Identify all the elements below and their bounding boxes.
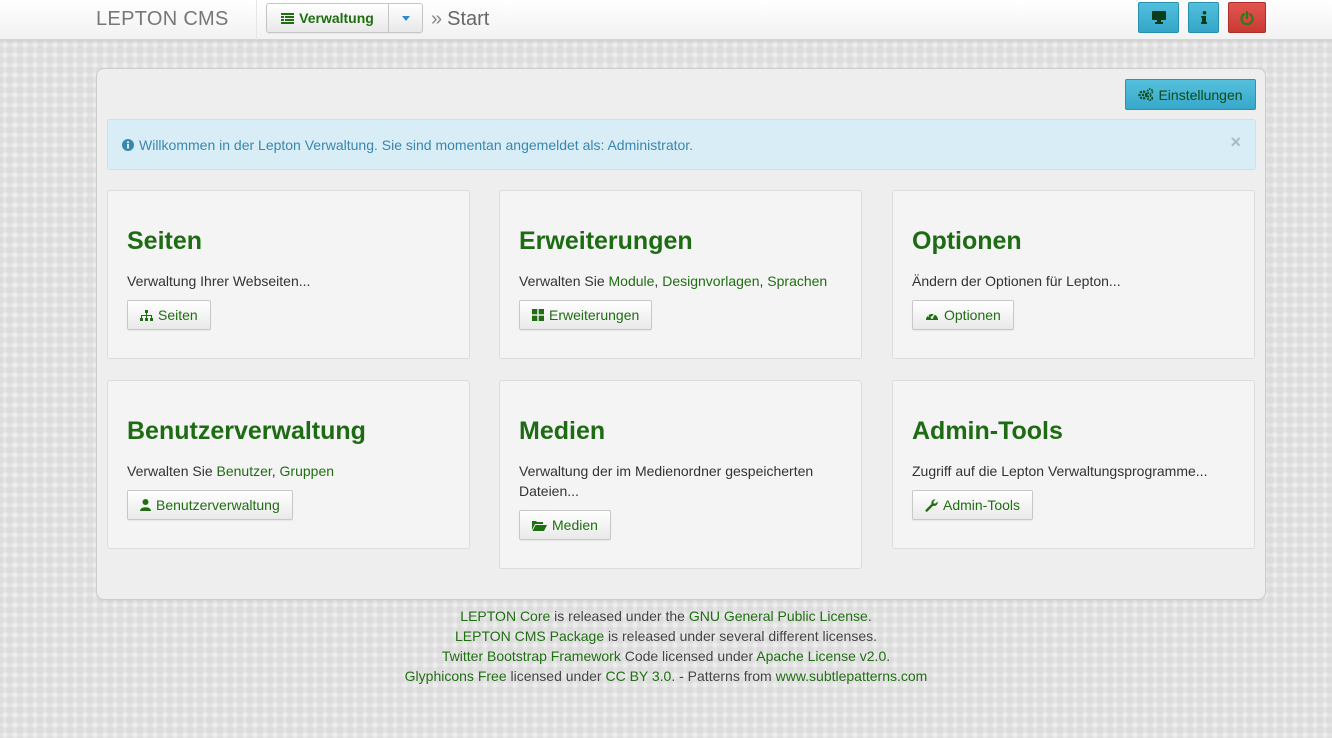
footer-link-glyphicons[interactable]: Glyphicons Free <box>405 668 507 684</box>
card-title: Admin-Tools <box>912 417 1063 445</box>
card-description: Ändern der Optionen für Lepton... <box>912 273 1121 289</box>
footer-link-lepton-core[interactable]: LEPTON Core <box>460 608 550 624</box>
settings-button[interactable]: Einstellungen <box>1125 79 1256 110</box>
wrench-icon <box>925 498 938 512</box>
button-label: Admin-Tools <box>943 497 1021 513</box>
verwaltung-dropdown-toggle[interactable] <box>389 4 422 32</box>
breadcrumb-current: Start <box>447 8 490 30</box>
chevron-down-icon <box>401 15 410 21</box>
verwaltung-menu: Verwaltung <box>266 3 423 33</box>
dashboard-panel: Einstellungen Willkommen in der Lepton V… <box>96 68 1266 600</box>
alert-text: Willkommen in der Lepton Verwaltung. Sie… <box>139 136 694 153</box>
footer-text: . <box>886 648 891 664</box>
footer-link-apache[interactable]: Apache License v2.0 <box>756 648 886 664</box>
settings-label: Einstellungen <box>1158 86 1243 103</box>
link-gruppen[interactable]: Gruppen <box>280 463 334 479</box>
footer-text: . - Patterns from <box>671 668 776 684</box>
th-large-icon <box>532 309 544 321</box>
footer-line-3: Twitter Bootstrap Framework Code license… <box>0 646 1332 666</box>
top-navbar: LEPTON CMS Verwaltung » Start <box>0 0 1332 40</box>
footer-text: is released under several different lice… <box>604 628 878 644</box>
card-title: Optionen <box>912 227 1022 255</box>
logout-button[interactable] <box>1228 2 1266 33</box>
list-icon <box>281 12 295 24</box>
info-circle-icon <box>122 138 134 151</box>
gears-icon <box>1138 88 1154 101</box>
folder-open-icon <box>532 520 547 531</box>
footer-link-subtlepatterns[interactable]: www.subtlepatterns.com <box>776 668 928 684</box>
button-label: Erweiterungen <box>549 307 640 323</box>
footer-text: . <box>867 608 872 624</box>
card-optionen: Optionen Ändern der Optionen für Lepton.… <box>892 190 1255 359</box>
frontend-view-button[interactable] <box>1138 2 1179 33</box>
admin-tools-button[interactable]: Admin-Tools <box>912 490 1034 520</box>
navbar-divider <box>256 0 257 40</box>
footer-line-1: LEPTON Core is released under the GNU Ge… <box>0 606 1332 626</box>
benutzerverwaltung-button[interactable]: Benutzerverwaltung <box>127 490 293 520</box>
link-benutzer[interactable]: Benutzer <box>217 463 272 479</box>
footer: LEPTON Core is released under the GNU Ge… <box>0 606 1332 686</box>
description-prefix: Verwalten Sie <box>519 273 609 289</box>
link-designvorlagen[interactable]: Designvorlagen <box>662 273 759 289</box>
brand-title[interactable]: LEPTON CMS <box>96 8 229 31</box>
button-label: Medien <box>552 517 598 533</box>
footer-text: licensed under <box>506 668 606 684</box>
breadcrumb: » Start <box>431 8 489 31</box>
card-medien: Medien Verwaltung der im Medienordner ge… <box>499 380 862 569</box>
footer-link-bootstrap[interactable]: Twitter Bootstrap Framework <box>442 648 621 664</box>
power-icon <box>1240 10 1254 25</box>
link-module[interactable]: Module <box>609 273 655 289</box>
erweiterungen-button[interactable]: Erweiterungen <box>519 300 653 330</box>
optionen-button[interactable]: Optionen <box>912 300 1014 330</box>
footer-text: is released under the <box>550 608 689 624</box>
description-prefix: Verwalten Sie <box>127 463 217 479</box>
card-description: Verwalten Sie Benutzer, Gruppen <box>127 461 452 481</box>
welcome-alert: Willkommen in der Lepton Verwaltung. Sie… <box>107 119 1256 170</box>
seiten-button[interactable]: Seiten <box>127 300 211 330</box>
card-description: Verwaltung der im Medienordner gespeiche… <box>519 463 814 499</box>
info-icon <box>1200 11 1207 24</box>
card-benutzerverwaltung: Benutzerverwaltung Verwalten Sie Benutze… <box>107 380 470 549</box>
user-icon <box>140 499 151 511</box>
medien-button[interactable]: Medien <box>519 510 611 540</box>
close-icon[interactable]: × <box>1230 133 1241 151</box>
footer-link-lepton-package[interactable]: LEPTON CMS Package <box>455 628 604 644</box>
footer-text: Code licensed under <box>620 648 757 664</box>
sitemap-icon <box>140 309 153 321</box>
footer-link-cc[interactable]: CC BY 3.0 <box>605 668 671 684</box>
button-label: Optionen <box>944 307 1001 323</box>
card-description: Verwalten Sie Module, Designvorlagen, Sp… <box>519 271 844 291</box>
link-sprachen[interactable]: Sprachen <box>767 273 827 289</box>
info-button[interactable] <box>1188 2 1219 33</box>
card-description: Zugriff auf die Lepton Verwaltungsprogra… <box>912 463 1208 479</box>
footer-line-2: LEPTON CMS Package is released under sev… <box>0 626 1332 646</box>
separator: , <box>271 463 280 479</box>
desktop-icon <box>1151 11 1166 24</box>
card-title: Benutzerverwaltung <box>127 417 366 445</box>
card-seiten: Seiten Verwaltung Ihrer Webseiten... Sei… <box>107 190 470 359</box>
card-description: Verwaltung Ihrer Webseiten... <box>127 273 311 289</box>
card-title: Medien <box>519 417 606 445</box>
card-erweiterungen: Erweiterungen Verwalten Sie Module, Desi… <box>499 190 862 359</box>
card-admin-tools: Admin-Tools Zugriff auf die Lepton Verwa… <box>892 380 1255 549</box>
footer-link-gpl[interactable]: GNU General Public License <box>689 608 868 624</box>
card-title: Erweiterungen <box>519 227 693 255</box>
verwaltung-label: Verwaltung <box>299 10 374 26</box>
verwaltung-button[interactable]: Verwaltung <box>267 4 389 32</box>
dashboard-icon <box>926 311 938 320</box>
button-label: Benutzerverwaltung <box>156 497 280 513</box>
footer-line-4: Glyphicons Free licensed under CC BY 3.0… <box>0 666 1332 686</box>
breadcrumb-separator: » <box>431 8 443 30</box>
button-label: Seiten <box>158 307 198 323</box>
card-title: Seiten <box>127 227 203 255</box>
